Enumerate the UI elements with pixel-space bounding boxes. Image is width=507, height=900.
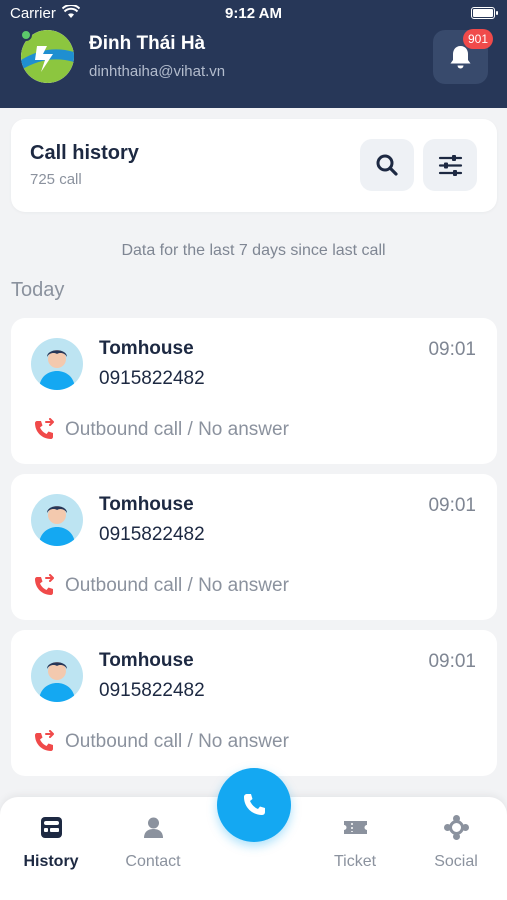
contact-avatar (31, 494, 83, 546)
call-button[interactable] (217, 768, 291, 842)
phone-icon (244, 794, 265, 815)
ticket-icon (344, 821, 367, 834)
tab-label: History (23, 853, 79, 870)
tab-label: Ticket (333, 853, 377, 870)
notification-badge: 901 (463, 29, 493, 49)
contact-name: Tomhouse (99, 338, 194, 359)
call-time: 09:01 (428, 339, 476, 360)
call-count: 725 call (30, 171, 82, 188)
search-icon (376, 154, 398, 176)
search-button[interactable] (360, 139, 414, 191)
filter-icon (438, 155, 463, 176)
contact-name: Tomhouse (99, 494, 194, 515)
tab-history[interactable]: History (1, 797, 101, 877)
app-header: Carrier 9:12 AM Đinh Thái Hà dinhthaiha@… (0, 0, 507, 108)
call-item[interactable]: Tomhouse 0915822482 09:01 Outbound call … (11, 630, 497, 776)
call-item[interactable]: Tomhouse 0915822482 09:01 Outbound call … (11, 474, 497, 620)
call-status: Outbound call / No answer (65, 419, 289, 440)
outbound-call-icon (35, 574, 54, 595)
user-email: dinhthaiha@vihat.vn (89, 63, 226, 80)
section-header-today: Today (11, 279, 65, 301)
call-time: 09:01 (428, 495, 476, 516)
tab-label: Social (434, 853, 478, 870)
call-history-card: Call history 725 call (11, 119, 497, 212)
outbound-call-icon (35, 418, 54, 439)
online-status-dot (20, 29, 32, 41)
clock: 9:12 AM (225, 5, 282, 22)
call-status: Outbound call / No answer (65, 731, 289, 752)
tab-social[interactable]: Social (406, 797, 506, 877)
tab-ticket[interactable]: Ticket (305, 797, 405, 877)
data-range-note: Data for the last 7 days since last call (121, 242, 386, 259)
call-status: Outbound call / No answer (65, 575, 289, 596)
contact-avatar (31, 338, 83, 390)
social-icon (444, 815, 469, 840)
tab-contact[interactable]: Contact (103, 797, 203, 877)
contact-icon (144, 817, 163, 838)
filter-button[interactable] (423, 139, 477, 191)
user-name: Đinh Thái Hà (89, 33, 206, 54)
call-item[interactable]: Tomhouse 0915822482 09:01 Outbound call … (11, 318, 497, 464)
contact-phone: 0915822482 (99, 524, 205, 545)
outbound-call-icon (35, 730, 54, 751)
tab-label: Contact (125, 853, 181, 870)
contact-phone: 0915822482 (99, 680, 205, 701)
contact-name: Tomhouse (99, 650, 194, 671)
contact-phone: 0915822482 (99, 368, 205, 389)
call-time: 09:01 (428, 651, 476, 672)
contact-avatar (31, 650, 83, 702)
page-title: Call history (30, 142, 139, 164)
battery-icon (471, 7, 498, 19)
history-icon (41, 817, 62, 838)
status-bar: Carrier 9:12 AM (0, 0, 507, 28)
